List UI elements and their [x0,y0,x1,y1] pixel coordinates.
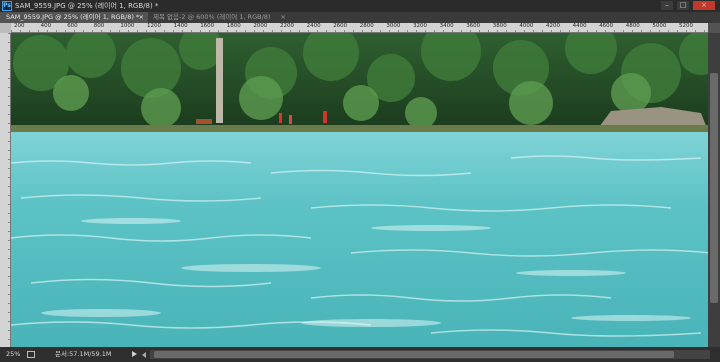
ruler-tick-label: 800 [93,23,105,29]
ruler-tick-label: 4600 [599,23,614,29]
status-menu-arrow-icon[interactable] [132,351,137,357]
horizontal-scrollbar[interactable] [150,350,710,359]
share-icon[interactable] [27,351,35,358]
document-size-info: 문서:57.1M/59.1M [55,350,112,358]
ruler-tick-label: 2200 [280,23,294,29]
ruler-tick-label: 3000 [386,23,401,29]
vertical-scrollbar[interactable] [708,33,720,347]
tab-sam-9559[interactable]: SAM_9559.JPG @ 25% (레이어 1, RGB/8) * × [0,12,148,23]
title-bar: Ps SAM_9559.JPG @ 25% (레이어 1, RGB/8) * –… [0,0,720,12]
ruler-tick-label: 3600 [466,23,481,29]
ruler-tick-label: 200 [14,23,25,29]
tab-close-icon[interactable]: × [281,12,286,23]
ruler-tick-label: 2400 [306,23,321,29]
horizontal-ruler[interactable]: 200 400 600 800 1000 1200 1400 1600 1800 2000 2200… [11,23,708,33]
status-bar: 25% 문서:57.1M/59.1M [0,347,720,362]
tab-close-icon[interactable]: × [139,12,144,23]
vertical-ruler[interactable] [0,33,11,347]
ruler-tick-label: 600 [67,23,78,29]
ruler-tick-label: 4200 [546,23,560,29]
ruler-tick-label: 1400 [173,23,188,29]
tab-untitled-2[interactable]: 제목 없음-2 @ 600% (레이어 1, RGB/8) × [150,12,290,23]
vertical-scrollbar-thumb[interactable] [710,73,718,303]
minimize-icon[interactable]: – [661,1,673,10]
maximize-icon[interactable]: □ [677,1,689,10]
photoshop-logo-icon: Ps [2,1,12,11]
ruler-tick-label: 5000 [652,23,667,29]
ruler-tick-label: 4000 [519,23,534,29]
ruler-tick-label: 2000 [253,23,268,29]
river-photo [11,33,708,347]
zoom-level[interactable]: 25% [6,347,20,362]
tab-label: 제목 없음-2 @ 600% (레이어 1, RGB/8) [153,13,271,21]
ruler-tick-label: 2800 [359,23,374,29]
ruler-tick-label: 1800 [226,23,241,29]
ruler-tick-label: 5200 [679,23,693,29]
tab-label: SAM_9559.JPG @ 25% (레이어 1, RGB/8) * [6,13,140,21]
ruler-tick-label: 3800 [492,23,507,29]
scroll-left-arrow-icon[interactable] [142,352,146,358]
window-title: SAM_9559.JPG @ 25% (레이어 1, RGB/8) * [15,2,159,10]
ruler-origin[interactable] [0,23,11,33]
image-canvas[interactable] [11,33,708,347]
ruler-tick-label: 1000 [120,23,135,29]
close-icon[interactable]: × [693,1,715,10]
ruler-tick-label: 4400 [572,23,587,29]
ruler-tick-label: 4800 [625,23,640,29]
ruler-tick-label: 1600 [200,23,215,29]
ruler-tick-label: 1200 [147,23,161,29]
ruler-tick-label: 3200 [413,23,427,29]
ruler-tick-label: 400 [40,23,52,29]
horizontal-scrollbar-thumb[interactable] [154,351,674,358]
ruler-tick-label: 3400 [439,23,454,29]
ruler-tick-label: 2600 [333,23,348,29]
document-tab-bar: SAM_9559.JPG @ 25% (레이어 1, RGB/8) * × 제목… [0,12,720,23]
